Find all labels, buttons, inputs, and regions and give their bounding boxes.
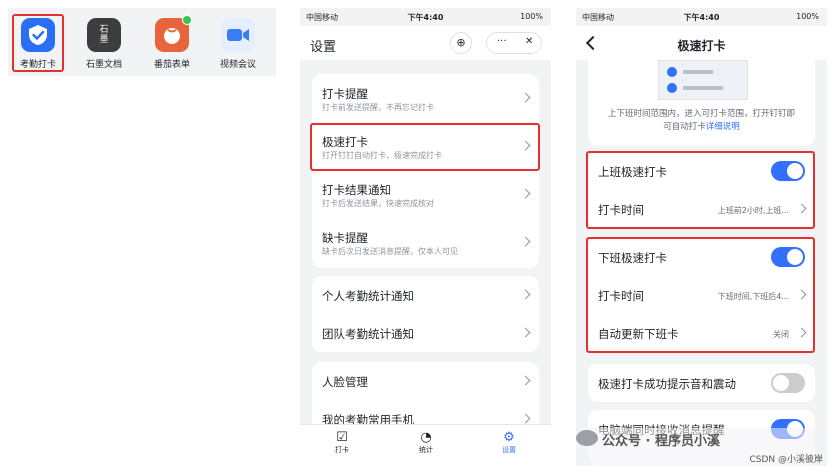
row-title: 缺卡提醒 bbox=[322, 231, 368, 245]
chevron-right-icon bbox=[520, 289, 531, 300]
avatar bbox=[667, 83, 677, 93]
row-subtitle: 打卡前发送提醒，不再忘记打卡 bbox=[322, 103, 434, 112]
tab-label: 统计 bbox=[419, 446, 433, 454]
app-label: 番茄表单 bbox=[153, 60, 190, 70]
nav-bar: 设置 ⊕ ··· ✕ bbox=[300, 26, 551, 60]
tab-stats[interactable]: ◔ 统计 bbox=[396, 431, 456, 455]
gear-icon: ⚙ bbox=[503, 430, 515, 445]
app-label: 石墨文档 bbox=[85, 60, 122, 70]
row-punch-reminder[interactable]: 打卡提醒 打卡前发送提醒，不再忘记打卡 bbox=[312, 74, 539, 122]
tab-settings[interactable]: ⚙ 设置 bbox=[479, 431, 539, 455]
app-video-meeting[interactable]: 视频会议 bbox=[208, 18, 268, 70]
status-bar: 中国移动 下午4:40 100% bbox=[576, 8, 827, 26]
sound-group: 极速打卡成功提示音和震动 bbox=[588, 364, 815, 402]
intro-description: 上下班时间范围内，进入可打卡范围，打开钉钉即 可自动打卡详细说明 bbox=[588, 108, 815, 134]
row-title: 个人考勤统计通知 bbox=[322, 289, 414, 303]
device-group: 人脸管理 我的考勤常用手机 bbox=[312, 362, 539, 432]
row-result-notice[interactable]: 打卡结果通知 打卡后发送结果，快速完成核对 bbox=[312, 170, 539, 218]
tab-punch[interactable]: ☑ 打卡 bbox=[312, 431, 372, 455]
status-bar: 中国移动 下午4:40 100% bbox=[300, 8, 551, 26]
highlight-box bbox=[310, 123, 540, 171]
shimo-docs-icon: 石墨 bbox=[87, 18, 121, 52]
row-missing-reminder[interactable]: 缺卡提醒 缺卡后次日发送消息提醒，仅本人可见 bbox=[312, 218, 539, 266]
chevron-right-icon bbox=[520, 236, 531, 247]
stats-group: 个人考勤统计通知 团队考勤统计通知 bbox=[312, 276, 539, 352]
settings-screen: 中国移动 下午4:40 100% 设置 ⊕ ··· ✕ 打卡提醒 打卡前发送提醒… bbox=[300, 8, 551, 466]
row-subtitle: 打卡后发送结果，快速完成核对 bbox=[322, 199, 434, 208]
page-title: 设置 bbox=[310, 40, 337, 55]
toggle-knob bbox=[773, 375, 789, 391]
row-subtitle: 缺卡后次日发送消息提醒，仅本人可见 bbox=[322, 247, 458, 256]
row-title: 极速打卡成功提示音和震动 bbox=[598, 377, 736, 391]
row-sound-vibrate: 极速打卡成功提示音和震动 bbox=[588, 364, 815, 402]
add-contact-icon[interactable]: ⊕ bbox=[450, 32, 472, 54]
watermark-text: 公众号 · 程序员小溪 bbox=[602, 434, 720, 449]
video-camera-icon bbox=[221, 18, 255, 52]
preview-image bbox=[658, 60, 748, 100]
chevron-right-icon bbox=[520, 188, 531, 199]
tab-bar: ☑ 打卡 ◔ 统计 ⚙ 设置 bbox=[300, 424, 551, 466]
clock: 下午4:40 bbox=[683, 13, 720, 22]
app-shimo[interactable]: 石墨 石墨文档 bbox=[74, 18, 134, 70]
chevron-right-icon bbox=[520, 92, 531, 103]
app-grid: 考勤打卡 石墨 石墨文档 番茄表单 视频会议 bbox=[8, 8, 276, 76]
row-title: 人脸管理 bbox=[322, 375, 368, 389]
sound-toggle[interactable] bbox=[771, 373, 805, 393]
tomato-form-icon bbox=[155, 15, 192, 52]
row-personal-stats[interactable]: 个人考勤统计通知 bbox=[312, 276, 539, 314]
reminder-group: 打卡提醒 打卡前发送提醒，不再忘记打卡 极速打卡 打开钉钉自动打卡，极速完成打卡… bbox=[312, 74, 539, 268]
speed-punch-screen: 中国移动 下午4:40 100% 极速打卡 上下班时间范围内，进入可打卡范围，打… bbox=[576, 8, 827, 466]
preview-line bbox=[683, 70, 713, 74]
description-line: 可自动打卡 bbox=[663, 122, 706, 132]
more-icon[interactable]: ··· bbox=[497, 36, 507, 47]
tab-label: 打卡 bbox=[335, 446, 349, 454]
page-title: 极速打卡 bbox=[677, 39, 726, 53]
capsule-menu: ··· ✕ bbox=[486, 32, 542, 54]
watermark-overlay: 公众号 · 程序员小溪 CSDN @小溪彼岸 bbox=[576, 428, 827, 466]
battery-label: 100% bbox=[520, 12, 543, 21]
avatar bbox=[667, 67, 677, 77]
highlight-box bbox=[12, 14, 64, 72]
intro-card: 上下班时间范围内，进入可打卡范围，打开钉钉即 可自动打卡详细说明 bbox=[588, 60, 815, 146]
close-icon[interactable]: ✕ bbox=[525, 36, 533, 47]
wechat-icon bbox=[576, 430, 598, 446]
watermark-subtext: CSDN @小溪彼岸 bbox=[749, 455, 823, 465]
row-title: 打卡结果通知 bbox=[322, 183, 391, 197]
tab-label: 设置 bbox=[502, 446, 516, 454]
battery-label: 100% bbox=[796, 12, 819, 21]
row-team-stats[interactable]: 团队考勤统计通知 bbox=[312, 314, 539, 352]
nav-bar: 极速打卡 bbox=[576, 26, 827, 60]
highlight-box bbox=[586, 151, 815, 229]
chevron-right-icon bbox=[520, 375, 531, 386]
row-face-management[interactable]: 人脸管理 bbox=[312, 362, 539, 400]
highlight-box bbox=[586, 237, 815, 353]
check-circle-icon: ☑ bbox=[336, 430, 348, 445]
app-label: 视频会议 bbox=[219, 60, 256, 70]
row-title: 团队考勤统计通知 bbox=[322, 327, 414, 341]
chevron-right-icon bbox=[520, 327, 531, 338]
clock: 下午4:40 bbox=[407, 13, 444, 22]
chevron-right-icon bbox=[520, 413, 531, 424]
details-link[interactable]: 详细说明 bbox=[706, 122, 740, 132]
pie-chart-icon: ◔ bbox=[420, 430, 432, 445]
app-tomato-form[interactable]: 番茄表单 bbox=[142, 15, 202, 70]
row-title: 打卡提醒 bbox=[322, 87, 368, 101]
description-line: 上下班时间范围内，进入可打卡范围，打开钉钉即 bbox=[607, 109, 795, 119]
preview-line bbox=[683, 86, 723, 90]
